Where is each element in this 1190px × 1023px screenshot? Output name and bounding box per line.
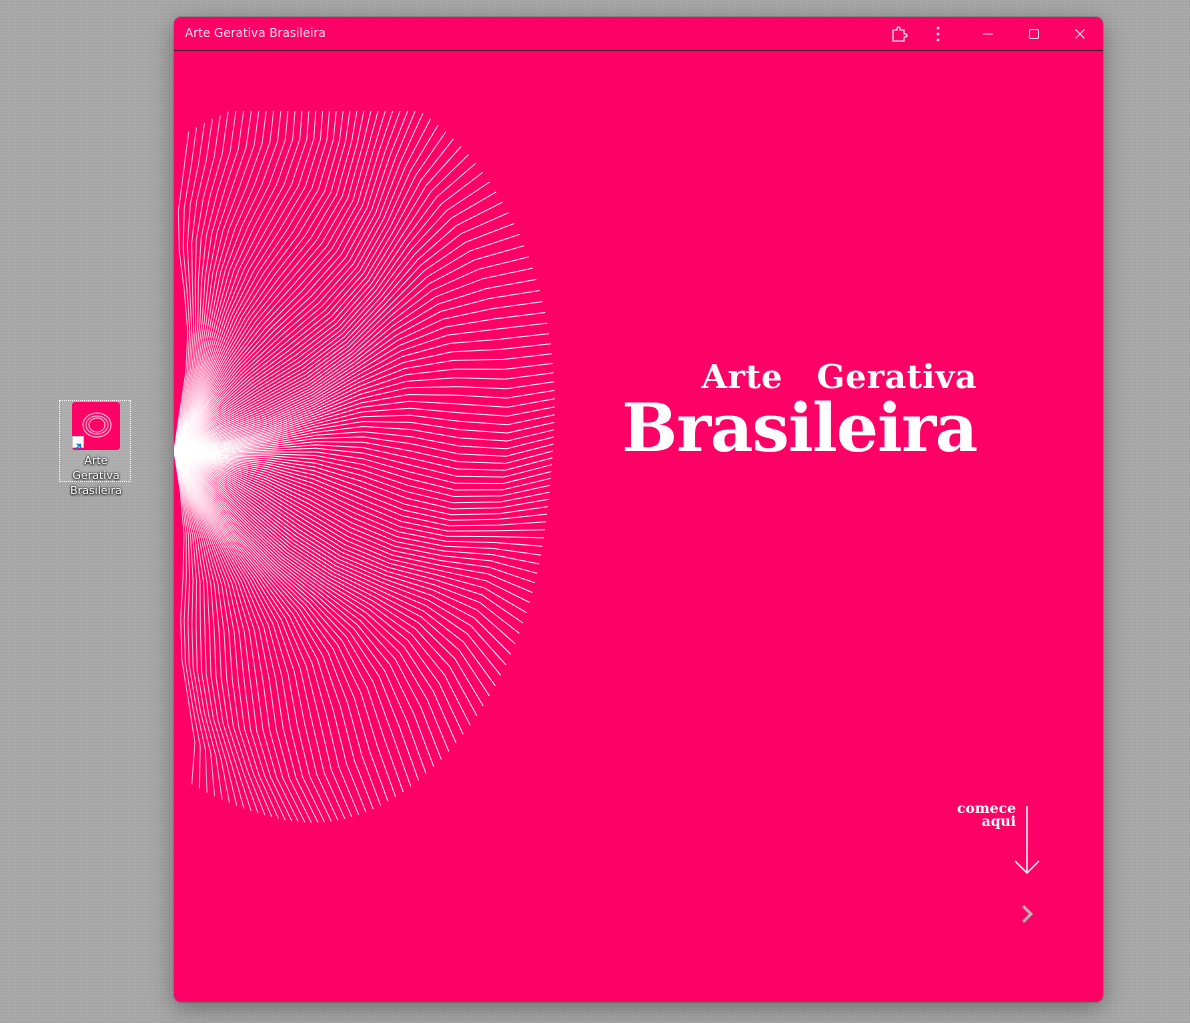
shortcut-label-line2: Brasileira — [70, 484, 122, 497]
window-title: Arte Gerativa Brasileira — [185, 26, 326, 40]
page-content: Arte Gerativa Brasileira comece aqui — [174, 51, 1103, 1002]
start-here-line2: aqui — [981, 814, 1016, 830]
shortcut-arrow-icon — [72, 436, 84, 451]
headline: Arte Gerativa Brasileira — [574, 357, 978, 467]
title-bar[interactable]: Arte Gerativa Brasileira — [174, 17, 1103, 51]
minimize-icon — [983, 33, 993, 34]
chevron-right-icon[interactable] — [1016, 903, 1036, 925]
start-here-label[interactable]: comece aqui — [934, 802, 1016, 830]
arrow-down-icon[interactable] — [1012, 805, 1040, 877]
shortcut-label-line1: Arte Gerativa — [72, 454, 120, 482]
desktop-shortcut[interactable]: Arte Gerativa Brasileira — [59, 400, 131, 497]
menu-button[interactable] — [918, 17, 958, 50]
maximize-button[interactable] — [1014, 17, 1054, 50]
art-line — [174, 154, 469, 452]
close-button[interactable] — [1060, 17, 1100, 50]
extensions-button[interactable] — [879, 17, 919, 50]
headline-line2: Brasileira — [621, 389, 978, 467]
minimize-button[interactable] — [968, 17, 1008, 50]
generative-line-art — [174, 110, 555, 823]
extensions-icon — [892, 25, 908, 42]
app-window: Arte Gerativa Brasileira Arte Gerativa B… — [174, 17, 1103, 1002]
more-vert-icon — [936, 26, 940, 41]
maximize-icon — [1029, 28, 1039, 39]
shortcut-label: Arte Gerativa Brasileira — [60, 453, 132, 498]
close-icon — [1075, 28, 1085, 39]
